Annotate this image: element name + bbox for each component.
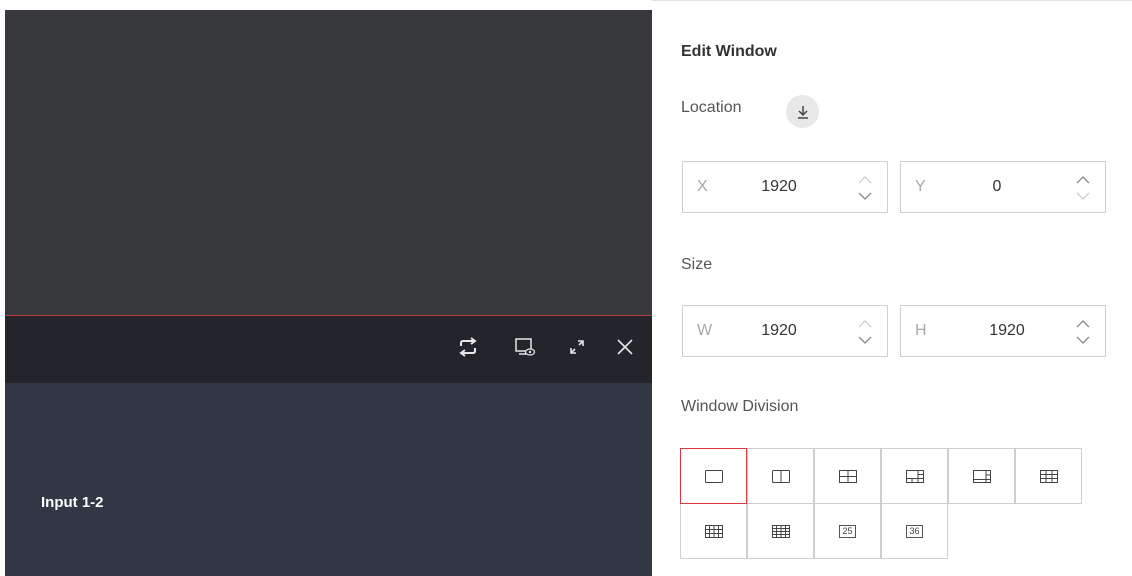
split-12-icon [704,524,723,538]
division-36-label: 36 [906,524,923,538]
h-stepper[interactable] [1073,316,1093,348]
y-value[interactable]: 0 [967,178,1027,196]
split-2-icon [771,469,790,483]
division-2-button[interactable] [747,448,814,504]
y-prefix: Y [915,178,926,195]
panel-title: Edit Window [681,43,777,60]
division-9-button[interactable] [1015,448,1082,504]
size-label: Size [681,256,713,273]
w-stepper[interactable] [855,316,875,348]
height-field[interactable]: H 1920 [900,305,1106,357]
h-value[interactable]: 1920 [977,322,1037,340]
division-12-button[interactable] [680,503,747,559]
input-area[interactable]: Input 1-2 [5,383,652,576]
division-16-button[interactable] [747,503,814,559]
width-field[interactable]: W 1920 [682,305,888,357]
w-value[interactable]: 1920 [749,322,809,340]
split-4-icon [838,469,857,483]
division-4-button[interactable] [814,448,881,504]
expand-icon[interactable] [562,332,592,362]
split-6a-icon [905,469,924,483]
x-stepper[interactable] [855,172,875,204]
split-16-icon [771,524,790,538]
close-icon[interactable] [610,332,640,362]
division-36-button[interactable]: 36 [881,503,948,559]
single-window-icon [704,469,723,483]
division-1-button[interactable] [680,448,747,504]
division-25-label: 25 [839,524,856,538]
division-6b-button[interactable] [948,448,1015,504]
split-6b-icon [972,469,991,483]
x-prefix: X [697,178,708,195]
window-toolbar [5,315,652,383]
division-25-button[interactable]: 25 [814,503,881,559]
repeat-icon[interactable] [453,332,483,362]
location-label: Location [681,99,742,116]
download-icon[interactable] [786,95,819,128]
y-stepper[interactable] [1073,172,1093,204]
division-6a-button[interactable] [881,448,948,504]
edit-window-panel: Edit Window Location X 1920 Y 0 Size W 1… [652,0,1132,576]
split-9-icon [1039,469,1058,483]
h-prefix: H [915,322,927,339]
x-field[interactable]: X 1920 [682,161,888,213]
monitor-preview-icon[interactable] [510,332,540,362]
window-preview: Input 1-2 [0,0,652,576]
y-field[interactable]: Y 0 [900,161,1106,213]
x-value[interactable]: 1920 [749,178,809,196]
video-area[interactable] [5,10,652,315]
window-division-label: Window Division [681,398,799,415]
w-prefix: W [697,322,713,339]
input-label: Input 1-2 [41,494,104,511]
